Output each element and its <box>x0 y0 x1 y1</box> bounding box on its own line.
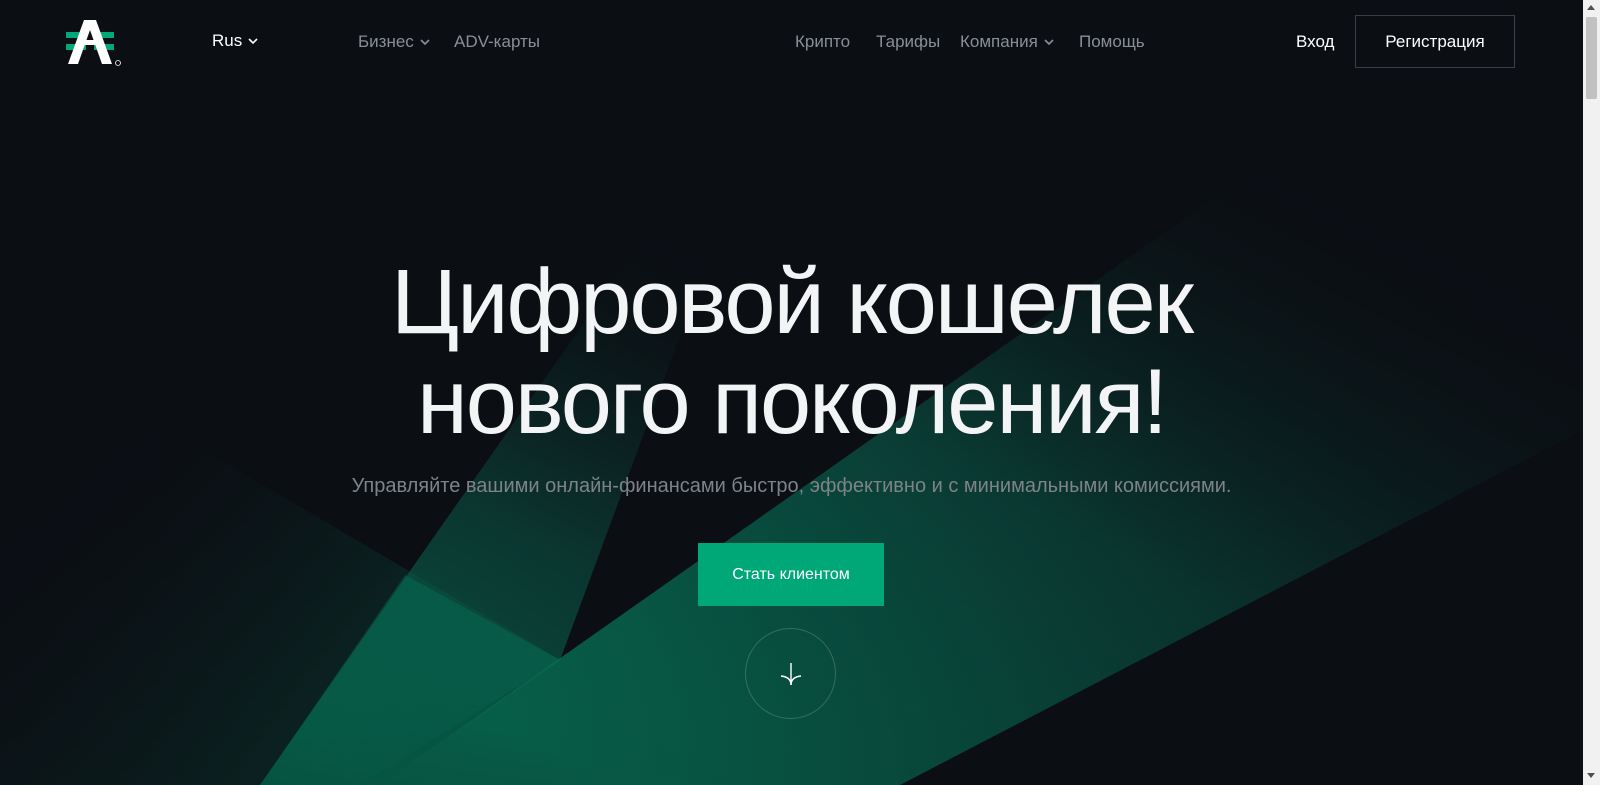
nav-item-company[interactable]: Компания <box>960 32 1055 52</box>
chevron-down-icon <box>1044 39 1054 46</box>
scroll-down-button[interactable] <box>745 628 836 719</box>
hero-title-line-2: нового поколения! <box>416 351 1168 453</box>
become-client-button[interactable]: Стать клиентом <box>698 543 884 606</box>
nav-item-label: Крипто <box>795 32 851 51</box>
login-link[interactable]: Вход <box>1296 32 1334 52</box>
chevron-down-icon <box>248 38 258 45</box>
nav-item-label: Бизнес <box>358 32 414 51</box>
nav-item-tariffs[interactable]: Тарифы <box>876 32 940 52</box>
chevron-down-icon <box>420 39 430 46</box>
nav-item-label: Тарифы <box>876 32 941 51</box>
nav-item-label: Помощь <box>1079 32 1145 51</box>
nav-item-crypto[interactable]: Крипто <box>795 32 850 52</box>
language-selector[interactable]: Rus <box>212 31 259 51</box>
site-header: Rus Бизнес ADV-карты Крипто Тарифы Компа… <box>0 0 1583 85</box>
hero-subtitle: Управляйте вашими онлайн-финансами быстр… <box>351 475 1232 497</box>
scroll-up-arrow-icon[interactable] <box>1587 5 1595 10</box>
page: Rus Бизнес ADV-карты Крипто Тарифы Компа… <box>0 0 1600 785</box>
nav-item-business[interactable]: Бизнес <box>358 32 431 52</box>
register-button[interactable]: Регистрация <box>1355 15 1515 68</box>
hero-title-line-1: Цифровой кошелек <box>391 251 1194 353</box>
page-scrollbar[interactable] <box>1583 0 1600 785</box>
scrollbar-thumb[interactable] <box>1586 17 1597 99</box>
nav-item-label: Компания <box>960 32 1038 51</box>
arrow-down-icon <box>780 662 801 685</box>
hero-title: Цифровой кошелек нового поколения! <box>0 252 1583 452</box>
language-label: Rus <box>212 31 243 50</box>
scroll-down-arrow-icon[interactable] <box>1587 773 1595 778</box>
viewport: Rus Бизнес ADV-карты Крипто Тарифы Компа… <box>0 0 1583 785</box>
nav-item-adv-cards[interactable]: ADV-карты <box>454 32 540 52</box>
nav-item-help[interactable]: Помощь <box>1079 32 1145 52</box>
advcash-logo[interactable] <box>64 18 122 68</box>
nav-item-label: ADV-карты <box>454 32 541 51</box>
logo-icon <box>66 20 121 66</box>
